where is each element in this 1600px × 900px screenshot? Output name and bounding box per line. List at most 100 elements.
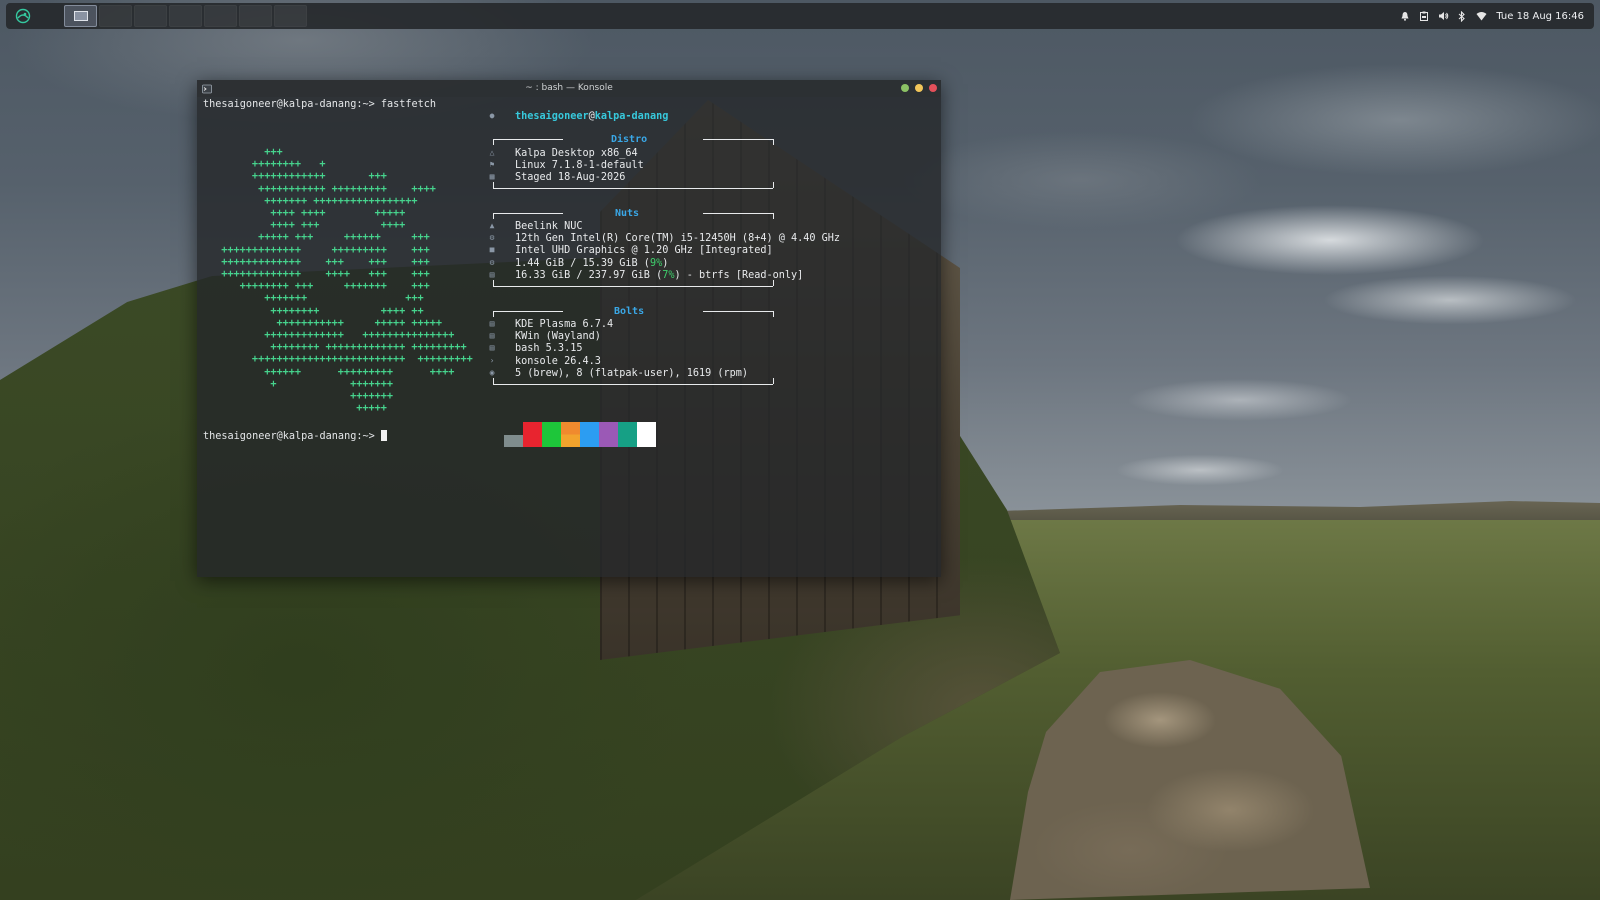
palette-swatch: [637, 422, 656, 447]
bolts-box-left-foot: [493, 378, 494, 384]
ascii-logo-line: +++++ +++ ++++++ +++: [209, 232, 430, 244]
distro-box-right-tick: [773, 139, 774, 145]
ascii-logo-line: +++++++ +++++++++++++++++: [209, 195, 418, 207]
ascii-logo-line: ++++ ++++ +++++: [209, 208, 406, 219]
window-titlebar[interactable]: ~ : bash — Konsole: [197, 80, 941, 97]
calendar-icon: ▦: [489, 172, 495, 182]
clipboard-icon[interactable]: [1415, 6, 1433, 26]
ascii-logo-line: +++++: [209, 403, 387, 415]
memory-line: 1.44 GiB / 15.39 GiB (9%): [515, 258, 669, 269]
host-icon: ▲: [489, 221, 495, 230]
close-button[interactable]: [929, 84, 937, 92]
digital-clock[interactable]: Tue 18 Aug 16:46: [1496, 11, 1584, 22]
distro-box-right-foot: [773, 182, 774, 188]
ascii-logo-line: +++++++++++++ +++++++++++++++: [209, 330, 455, 341]
distro-box-top-left: [493, 139, 563, 140]
color-palette: [504, 422, 656, 447]
distro-box-left-tick: [493, 139, 494, 145]
terminal-area[interactable]: thesaigoneer@kalpa-danang:~> fastfetch +…: [197, 97, 941, 577]
konsole-app-icon[interactable]: [200, 82, 214, 96]
palette-swatch: [523, 422, 542, 447]
network-icon[interactable]: [1472, 6, 1490, 26]
virtual-desktop-7[interactable]: [274, 5, 307, 27]
ascii-logo-line: +++++++++++++ ++++ +++ +++: [209, 269, 430, 280]
ascii-logo-line: ++++++++++++ +++: [209, 171, 387, 183]
maximize-button[interactable]: [915, 84, 923, 92]
top-panel: Tue 18 Aug 16:46: [6, 3, 1594, 29]
nuts-info-row: Intel UHD Graphics @ 1.20 GHz [Integrate…: [515, 245, 773, 257]
bolts-box-top-right: [703, 311, 773, 312]
virtual-desktop-3[interactable]: [134, 5, 167, 27]
hostname: kalpa-danang: [594, 111, 669, 122]
chameleon-logo-icon: [15, 8, 31, 24]
disk-line: 16.33 GiB / 237.97 GiB (7%) - btrfs [Rea…: [515, 270, 804, 281]
palette-swatch: [561, 422, 580, 447]
notifications-icon[interactable]: [1396, 6, 1414, 26]
ascii-logo-line: +++++++: [209, 391, 394, 402]
prompt-line-fastfetch: thesaigoneer@kalpa-danang:~> fastfetch: [203, 99, 437, 110]
konsole-window[interactable]: ~ : bash — Konsole thesaigoneer@kalpa-da…: [197, 80, 941, 577]
kernel-icon: ⚑: [489, 160, 495, 170]
bolts-info-row: KWin (Wayland): [515, 331, 601, 343]
bolts-info-row: konsole 26.4.3: [515, 355, 601, 367]
ascii-logo-line: +++++++ +++: [209, 293, 424, 305]
ascii-logo-line: ++++++++ +++ +++++++ +++: [209, 281, 430, 293]
ascii-logo-line: ++++++++ +: [209, 159, 326, 171]
section-title-bolts: Bolts: [614, 306, 645, 317]
nuts-info-row: 12th Gen Intel(R) Core(TM) i5-12450H (8+…: [515, 233, 841, 245]
window-manager-icon: ▤: [489, 331, 495, 341]
virtual-desktop-1[interactable]: [64, 5, 97, 27]
memory-icon: ⚙: [489, 258, 495, 267]
palette-swatch: [542, 422, 561, 447]
ascii-logo-line: ++++ +++ ++++: [209, 220, 406, 232]
bolts-box-top-left: [493, 311, 563, 312]
user-host-line: thesaigoneer@kalpa-danang: [515, 111, 668, 123]
bolts-info-row: 5 (brew), 8 (flatpak-user), 1619 (rpm): [515, 367, 749, 379]
virtual-desktop-pager: [64, 5, 309, 27]
virtual-desktop-4[interactable]: [169, 5, 202, 27]
bolts-info-row: bash 5.3.15: [515, 343, 583, 355]
section-title-nuts: Nuts: [615, 208, 640, 219]
desktop-env-icon: ▤: [489, 319, 495, 328]
distro-info-row: Linux 7.1.8-1-default: [515, 160, 644, 172]
ascii-logo-line: +++++++++++++++++++++++++ +++++++++: [209, 354, 473, 366]
palette-swatch: [618, 422, 637, 447]
bolts-box-right-foot: [773, 378, 774, 384]
cpu-icon: ⚙: [489, 233, 495, 243]
nuts-info-row: Beelink NUC: [515, 221, 583, 232]
bolts-info-row: KDE Plasma 6.7.4: [515, 319, 614, 330]
system-tray: Tue 18 Aug 16:46: [1395, 6, 1584, 26]
nuts-box-top-right: [703, 213, 773, 214]
ascii-logo-line: ++++++++ ++++ ++: [209, 305, 424, 317]
palette-swatch: [504, 435, 523, 447]
window-title: ~ : bash — Konsole: [525, 83, 613, 93]
virtual-desktop-5[interactable]: [204, 5, 237, 27]
volume-icon[interactable]: [1434, 6, 1452, 26]
nuts-box-bottom: [493, 286, 773, 287]
palette-swatch: [580, 422, 599, 447]
terminal-icon: ›: [489, 355, 495, 365]
text-cursor: [380, 430, 387, 441]
minimize-button[interactable]: [901, 84, 909, 92]
bolts-box-right-tick: [773, 311, 774, 317]
ascii-logo-line: ++++++ +++++++++ ++++: [209, 366, 455, 378]
disk-icon: ▤: [489, 270, 495, 279]
ascii-logo-line: +++++++++++++ +++ +++ +++: [209, 256, 430, 268]
ascii-logo-line: +++++++++++++ +++++++++ +++: [209, 244, 430, 256]
username: thesaigoneer: [515, 111, 589, 122]
virtual-desktop-6[interactable]: [239, 5, 272, 27]
shell-icon: ▤: [489, 343, 495, 353]
distro-box-top-right: [703, 139, 773, 140]
user-icon: ●: [489, 111, 495, 120]
nuts-box-right-tick: [773, 213, 774, 219]
distro-box-left-foot: [493, 182, 494, 188]
bluetooth-icon[interactable]: [1453, 6, 1471, 26]
virtual-desktop-2[interactable]: [99, 5, 132, 27]
nuts-box-top-left: [493, 213, 563, 214]
distro-info-row: Staged 18-Aug-2026: [515, 172, 626, 184]
palette-swatch: [599, 422, 618, 447]
packages-icon: ◉: [489, 367, 495, 377]
application-launcher-button[interactable]: [10, 3, 36, 29]
prompt-line-current: thesaigoneer@kalpa-danang:~>: [203, 430, 387, 443]
ascii-logo-line: +++: [209, 147, 283, 158]
